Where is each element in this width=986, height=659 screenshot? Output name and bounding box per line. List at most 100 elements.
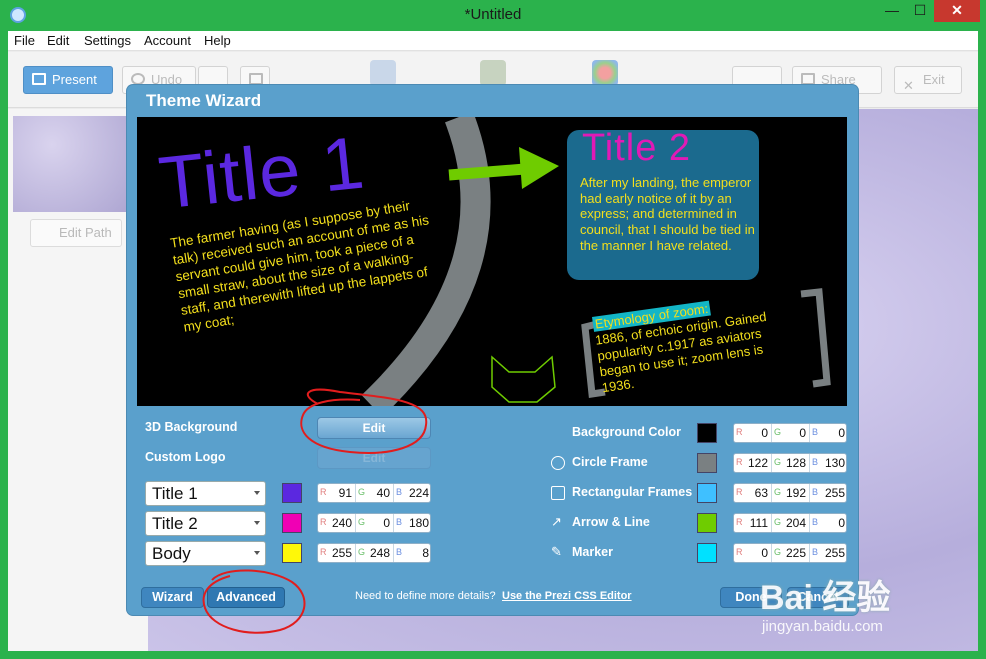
menu-help[interactable]: Help — [204, 33, 231, 48]
r-key: R — [736, 487, 743, 497]
body-font-select[interactable]: Body — [145, 541, 266, 566]
r-key: R — [736, 457, 743, 467]
custom-logo-label: Custom Logo — [145, 450, 226, 464]
background-rgb-input[interactable]: R0 G0 B0 — [733, 423, 847, 443]
r-key: R — [736, 427, 743, 437]
b-value[interactable]: 255 — [825, 546, 845, 560]
3d-background-label: 3D Background — [145, 420, 238, 434]
g-field: G 40 — [356, 484, 394, 502]
b-key: B — [812, 547, 819, 557]
arrow-line-rgb-input[interactable]: R 111 G 204 B0 — [733, 513, 847, 533]
r-field: R 91 — [318, 484, 356, 502]
arrow-icon: ↗ — [551, 514, 562, 529]
b-value[interactable]: 255 — [825, 486, 845, 500]
b-value[interactable]: 180 — [409, 516, 429, 530]
r-value[interactable]: 0 — [761, 546, 768, 560]
title2-font-select[interactable]: Title 2 — [145, 511, 266, 536]
g-field: G 248 — [356, 544, 394, 562]
b-value[interactable]: 0 — [838, 516, 845, 530]
rect-frames-icon — [551, 486, 565, 500]
circle-frame-swatch[interactable] — [697, 453, 717, 473]
r-value[interactable]: 91 — [339, 486, 352, 500]
title-bar: *Untitled — ☐ ✕ — [0, 0, 986, 31]
menu-file[interactable]: File — [14, 33, 35, 48]
menu-account[interactable]: Account — [144, 33, 191, 48]
g-key: G — [358, 517, 366, 527]
theme-icon[interactable] — [592, 60, 618, 86]
b-value[interactable]: 8 — [422, 546, 429, 560]
r-value[interactable]: 111 — [750, 516, 768, 530]
title2-font-value: Title 2 — [152, 514, 198, 533]
b-key: B — [812, 427, 819, 437]
image-icon[interactable] — [480, 60, 506, 86]
g-key: G — [774, 457, 782, 467]
r-value[interactable]: 63 — [755, 486, 768, 500]
r-field: R 122 — [734, 454, 772, 472]
title1-rgb-input[interactable]: R 91 G 40 B 224 — [317, 483, 431, 503]
theme-preview: Title 1 The farmer having (as I suppose … — [137, 117, 847, 406]
arrow-head — [519, 147, 559, 189]
slide-thumbnail[interactable] — [13, 116, 143, 212]
rectangular-frames-swatch[interactable] — [697, 483, 717, 503]
g-field: G 192 — [772, 484, 810, 502]
background-color-swatch[interactable] — [697, 423, 717, 443]
css-editor-link[interactable]: Use the Prezi CSS Editor — [502, 590, 632, 602]
g-value[interactable]: 192 — [786, 486, 806, 500]
title2-color-swatch[interactable] — [282, 513, 302, 533]
arrow-line-swatch[interactable] — [697, 513, 717, 533]
chevron-down-icon — [254, 551, 260, 555]
dialog-title: Theme Wizard — [146, 91, 262, 110]
g-value[interactable]: 0 — [383, 516, 390, 530]
body-rgb-input[interactable]: R 255 G 248 B8 — [317, 543, 431, 563]
b-value[interactable]: 0 — [838, 426, 845, 440]
insert-icon[interactable] — [370, 60, 396, 86]
marker-swatch[interactable] — [697, 543, 717, 563]
title2-rgb-input[interactable]: R 240 G0 B 180 — [317, 513, 431, 533]
circle-frame-rgb-input[interactable]: R 122 G 128 B 130 — [733, 453, 847, 473]
g-key: G — [358, 547, 366, 557]
g-value[interactable]: 40 — [377, 486, 390, 500]
b-value[interactable]: 130 — [825, 456, 845, 470]
rectangular-frames-rgb-input[interactable]: R 63 G 192 B 255 — [733, 483, 847, 503]
edit-path-button[interactable]: Edit Path — [30, 219, 122, 247]
close-window-button[interactable]: ✕ — [934, 0, 980, 22]
edit-logo-button[interactable]: Edit — [317, 447, 431, 469]
g-value[interactable]: 248 — [370, 546, 390, 560]
title1-color-swatch[interactable] — [282, 483, 302, 503]
r-value[interactable]: 240 — [332, 516, 352, 530]
edit-3d-background-button[interactable]: Edit — [317, 417, 431, 439]
advanced-tab-button[interactable]: Advanced — [207, 587, 285, 608]
b-value[interactable]: 224 — [409, 486, 429, 500]
g-field: G 128 — [772, 454, 810, 472]
marker-rgb-input[interactable]: R0 G 225 B 255 — [733, 543, 847, 563]
arrow-line-label: Arrow & Line — [572, 515, 650, 529]
r-field: R 255 — [318, 544, 356, 562]
wizard-tab-button[interactable]: Wizard — [141, 587, 204, 608]
maximize-button[interactable]: ☐ — [906, 0, 934, 22]
g-value[interactable]: 204 — [786, 516, 806, 530]
r-field: R 111 — [734, 514, 772, 532]
g-key: G — [774, 517, 782, 527]
r-value[interactable]: 0 — [761, 426, 768, 440]
exit-button[interactable]: ✕ Exit — [894, 66, 962, 94]
g-value[interactable]: 225 — [786, 546, 806, 560]
menu-settings[interactable]: Settings — [84, 33, 131, 48]
baidu-watermark-logo: Bai 经验 — [760, 579, 891, 617]
g-value[interactable]: 0 — [799, 426, 806, 440]
menu-edit[interactable]: Edit — [47, 33, 69, 48]
minimize-button[interactable]: — — [878, 0, 906, 22]
bracket-right — [800, 288, 831, 388]
circle-frame-label: Circle Frame — [572, 455, 648, 469]
g-value[interactable]: 128 — [786, 456, 806, 470]
b-key: B — [812, 457, 819, 467]
present-button[interactable]: Present — [23, 66, 113, 94]
circle-icon — [551, 456, 565, 470]
body-color-swatch[interactable] — [282, 543, 302, 563]
theme-wizard-dialog: Theme Wizard Title 1 The farmer having (… — [127, 85, 858, 615]
present-label: Present — [52, 72, 97, 87]
arrow-line — [448, 163, 526, 181]
title1-font-select[interactable]: Title 1 — [145, 481, 266, 506]
g-field: G0 — [356, 514, 394, 532]
r-value[interactable]: 255 — [332, 546, 352, 560]
r-value[interactable]: 122 — [748, 456, 768, 470]
